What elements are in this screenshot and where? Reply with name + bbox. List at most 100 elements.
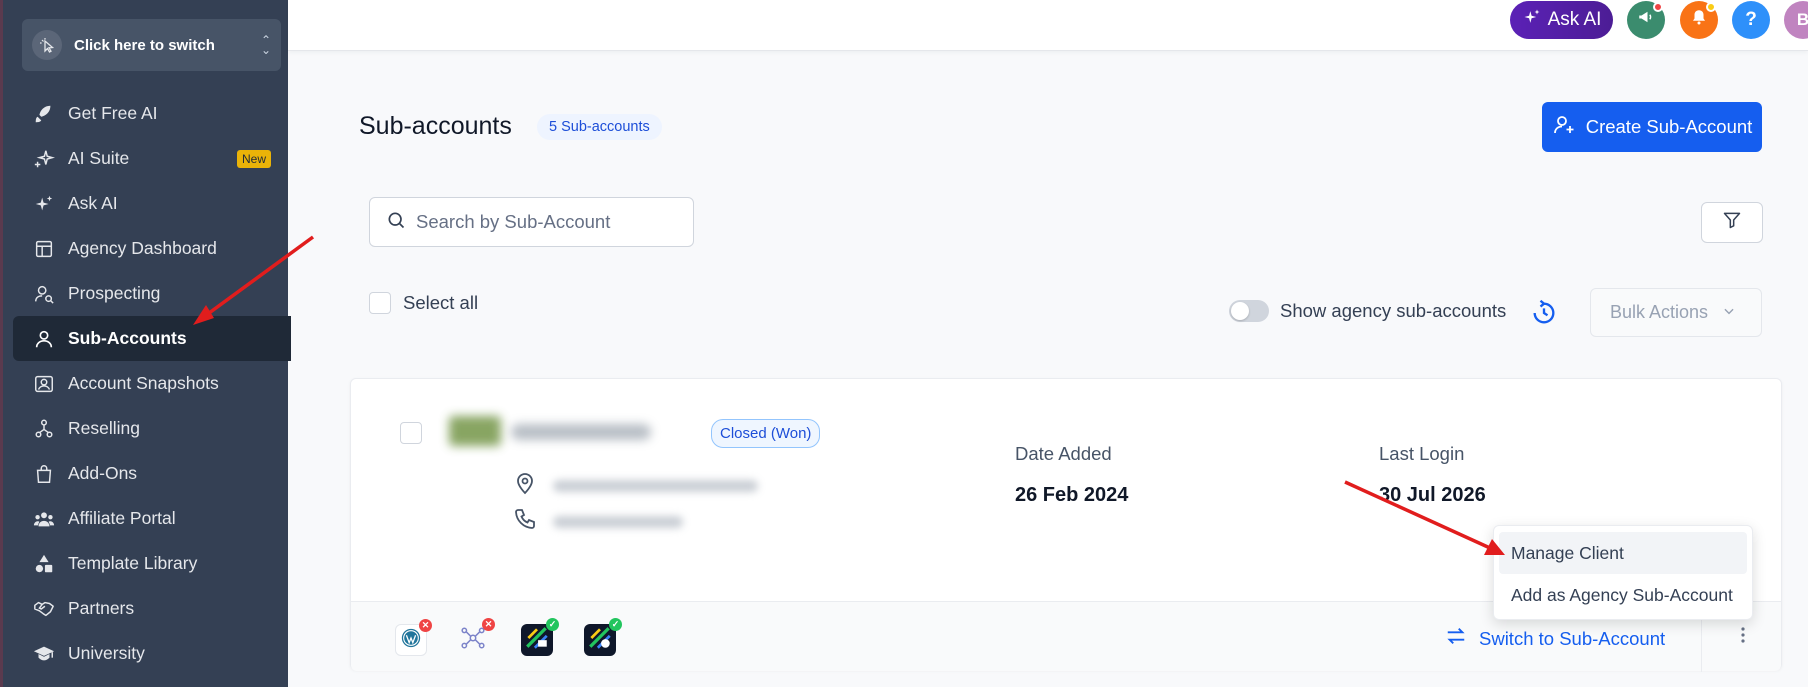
sidebar-item-label: Agency Dashboard — [68, 238, 217, 258]
network-integration[interactable]: ✕ — [457, 618, 495, 656]
manage-client-menu-item[interactable]: Manage Client — [1499, 532, 1747, 574]
sidebar-item-ask-ai[interactable]: Ask AI — [13, 181, 291, 226]
phone-redacted — [553, 515, 683, 528]
date-added-value: 26 Feb 2024 — [1015, 484, 1129, 506]
sidebar-item-label: Affiliate Portal — [68, 508, 176, 528]
help-label: ? — [1745, 9, 1757, 30]
user-search-icon — [32, 282, 56, 306]
shapes-icon — [32, 552, 56, 576]
status-badge: Closed (Won) — [711, 419, 821, 448]
create-sub-account-button[interactable]: Create Sub-Account — [1542, 102, 1762, 152]
sidebar-item-affiliate-portal[interactable]: Affiliate Portal — [13, 496, 291, 541]
sidebar-item-label: Account Snapshots — [68, 373, 219, 393]
sidebar-item-account-snapshots[interactable]: Account Snapshots — [13, 361, 291, 406]
create-sub-account-label: Create Sub-Account — [1585, 116, 1753, 137]
sidebar-item-sub-accounts[interactable]: Sub-Accounts — [13, 316, 291, 361]
sidebar-item-label: Partners — [68, 598, 135, 618]
location-pin-icon — [513, 471, 537, 500]
sidebar-item-label: Reselling — [68, 418, 140, 438]
date-added-label: Date Added — [1015, 443, 1112, 464]
sidebar-item-label: Template Library — [68, 553, 198, 573]
sidebar: Click here to switch ⌃ ⌄ Get Free AI AI S… — [0, 0, 291, 687]
sidebar-item-reselling[interactable]: Reselling — [13, 406, 291, 451]
search-box — [369, 197, 694, 247]
phone-app-integration[interactable]: ✓ — [584, 618, 622, 656]
snapshot-icon — [32, 372, 56, 396]
sub-account-count-badge: 5 Sub-accounts — [537, 114, 662, 140]
notification-dot — [1706, 2, 1716, 12]
app-mail-icon — [524, 625, 550, 656]
sidebar-item-get-free-ai[interactable]: Get Free AI — [13, 91, 291, 136]
new-badge: New — [236, 149, 271, 168]
sparkles-icon — [32, 192, 56, 216]
show-agency-toggle[interactable] — [1229, 300, 1269, 322]
last-login-value: 30 Jul 2026 — [1379, 484, 1486, 506]
hierarchy-icon — [32, 417, 56, 441]
help-button[interactable]: ? — [1732, 1, 1770, 39]
bulk-actions-dropdown[interactable]: Bulk Actions — [1590, 288, 1762, 337]
rocket-icon — [32, 102, 56, 126]
search-icon — [386, 210, 406, 235]
add-as-agency-sub-account-menu-item[interactable]: Add as Agency Sub-Account — [1499, 574, 1747, 616]
email-app-integration[interactable]: ✓ — [521, 618, 559, 656]
error-icon: ✕ — [482, 618, 495, 631]
bell-icon — [1690, 8, 1708, 32]
sidebar-item-ai-suite[interactable]: AI Suite New — [13, 136, 291, 181]
page-title: Sub-accounts — [359, 112, 512, 140]
search-input[interactable] — [416, 211, 676, 233]
error-icon: ✕ — [419, 619, 432, 632]
megaphone-icon — [1637, 8, 1655, 32]
sidebar-item-agency-dashboard[interactable]: Agency Dashboard — [13, 226, 291, 271]
account-logo-redacted — [449, 416, 501, 446]
phone-row — [513, 507, 683, 536]
switch-to-sub-account-button[interactable]: Switch to Sub-Account — [1445, 625, 1665, 652]
wordpress-icon — [400, 627, 422, 654]
notifications-button[interactable] — [1680, 1, 1718, 39]
account-name-redacted[interactable] — [511, 424, 651, 440]
switcher-label: Click here to switch — [74, 36, 215, 54]
notification-dot — [1653, 2, 1663, 12]
user-icon — [32, 327, 56, 351]
check-icon: ✓ — [609, 618, 622, 631]
filter-button[interactable] — [1701, 202, 1763, 243]
sidebar-item-label: Sub-Accounts — [68, 328, 187, 348]
user-plus-icon — [1552, 113, 1576, 142]
users-icon — [32, 507, 56, 531]
sidebar-item-add-ons[interactable]: Add-Ons — [13, 451, 291, 496]
history-icon — [1530, 299, 1558, 331]
ask-ai-label: Ask AI — [1547, 9, 1602, 30]
ask-ai-button[interactable]: Ask AI — [1510, 1, 1613, 39]
more-options-menu: Manage Client Add as Agency Sub-Account — [1493, 525, 1753, 620]
phone-icon — [513, 507, 537, 536]
address-redacted — [553, 479, 758, 492]
select-all: Select all — [369, 292, 478, 314]
sidebar-item-label: Prospecting — [68, 283, 161, 303]
sub-account-card: Closed (Won) Date Added 26 Feb 2024 Last… — [350, 378, 1782, 672]
select-all-checkbox[interactable] — [369, 292, 391, 314]
sidebar-item-prospecting[interactable]: Prospecting — [13, 271, 291, 316]
announcements-button[interactable] — [1627, 1, 1665, 39]
kebab-menu-icon — [1740, 626, 1746, 649]
sidebar-nav: Get Free AI AI Suite New Ask AI Agency D… — [13, 91, 291, 676]
sidebar-item-university[interactable]: University — [13, 631, 291, 676]
address-row — [513, 471, 758, 500]
row-checkbox[interactable] — [400, 422, 422, 444]
sidebar-item-template-library[interactable]: Template Library — [13, 541, 291, 586]
handshake-icon — [32, 597, 56, 621]
switch-label: Switch to Sub-Account — [1479, 627, 1666, 649]
history-button[interactable] — [1530, 299, 1558, 332]
sidebar-item-label: Ask AI — [68, 193, 118, 213]
account-switcher[interactable]: Click here to switch ⌃ ⌄ — [22, 19, 281, 71]
sidebar-item-label: Add-Ons — [68, 463, 138, 483]
avatar-initials: B — [1796, 10, 1808, 29]
check-icon: ✓ — [546, 618, 559, 631]
sidebar-item-label: Get Free AI — [68, 103, 158, 123]
switch-arrows-icon — [1445, 625, 1467, 652]
chevron-down-icon — [1722, 302, 1736, 323]
app-phone-icon — [587, 625, 613, 656]
sidebar-item-label: AI Suite — [68, 148, 130, 168]
last-login-label: Last Login — [1379, 443, 1465, 464]
chevron-up-down-icon: ⌃ ⌄ — [260, 33, 271, 57]
sidebar-item-partners[interactable]: Partners — [13, 586, 291, 631]
wordpress-integration[interactable]: ✕ — [395, 619, 432, 656]
